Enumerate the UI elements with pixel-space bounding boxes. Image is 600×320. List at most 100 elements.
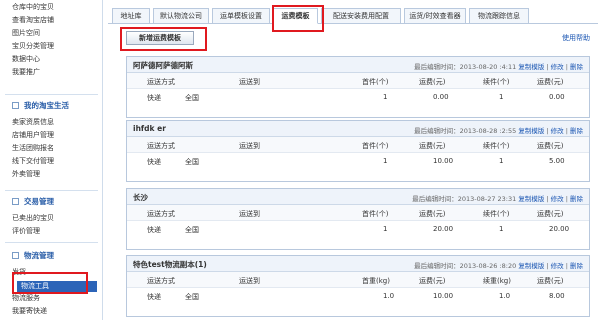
column-header: 运费(元)	[537, 210, 564, 218]
sidebar-item-data-center[interactable]: 数据中心	[12, 53, 54, 66]
cell-fee: 20.00	[433, 225, 454, 233]
column-header: 运送方式	[147, 78, 175, 86]
column-header: 运费(元)	[419, 210, 446, 218]
sidebar-divider	[5, 242, 98, 243]
column-header: 运送方式	[147, 277, 175, 285]
cell-fee: 10.00	[433, 157, 454, 165]
table-row: 快递 全国 1.0 10.00 1.0 8.00	[127, 288, 589, 304]
column-header: 运送到	[239, 142, 260, 150]
column-header: 运送到	[239, 210, 260, 218]
sidebar-section-life[interactable]: 我的淘宝生活	[12, 99, 69, 113]
copy-template-link[interactable]: 复制模版	[518, 262, 544, 270]
sidebar-item-qualification[interactable]: 卖家资质信息	[12, 116, 54, 129]
sidebar-item-reviews[interactable]: 评价管理	[12, 225, 54, 238]
edit-link[interactable]: 修改	[551, 262, 564, 270]
column-header: 运送到	[239, 78, 260, 86]
sidebar-section-logistics[interactable]: 物流管理	[12, 249, 54, 263]
template-name: 阿萨德阿萨德阿斯	[133, 61, 193, 70]
highlight-box	[12, 272, 88, 294]
sidebar-item-sold[interactable]: 已卖出的宝贝	[12, 212, 54, 225]
sidebar-item-groupbuy[interactable]: 生活团购报名	[12, 142, 54, 155]
table-header-row: 运送方式 运送到 首重(kg) 运费(元) 续重(kg) 运费(元)	[127, 272, 589, 288]
column-header: 运费(元)	[537, 277, 564, 285]
sidebar-item-warehouse[interactable]: 仓库中的宝贝	[12, 1, 54, 14]
cell-next-fee: 8.00	[549, 292, 565, 300]
highlight-box	[272, 5, 324, 32]
copy-template-link[interactable]: 复制模版	[518, 195, 544, 203]
freight-template-panel: 长沙 最后编辑时间：2013-08-27 23:31 复制模版 | 修改 | 删除…	[126, 188, 590, 250]
sidebar-section-trade[interactable]: 交易管理	[12, 195, 54, 209]
sidebar-top-list: 仓库中的宝贝 查看淘宝店铺 图片空间 宝贝分类管理 数据中心 我要推广	[12, 1, 54, 79]
column-header: 运送方式	[147, 210, 175, 218]
help-link[interactable]: 使用帮助	[562, 33, 590, 43]
cell-destination: 全国	[185, 158, 199, 166]
freight-template-panel: ihfdk er 最后编辑时间：2013-08-28 :2:55 复制模版 | 修…	[126, 120, 590, 182]
sidebar-item-category[interactable]: 宝贝分类管理	[12, 40, 54, 53]
template-header: 阿萨德阿萨德阿斯 最后编辑时间：2013-08-20 :4:11 复制模版 | 修…	[127, 57, 589, 73]
template-meta: 最后编辑时间：2013-08-26 :8:20 复制模版 | 修改 | 删除	[414, 262, 583, 270]
tab-address[interactable]: 地址库	[112, 8, 150, 24]
table-header-row: 运送方式 运送到 首件(个) 运费(元) 续件(个) 运费(元)	[127, 205, 589, 221]
column-header: 运费(元)	[537, 78, 564, 86]
highlight-box	[120, 27, 207, 51]
column-header: 运费(元)	[537, 142, 564, 150]
cell-method: 快递	[147, 226, 161, 234]
cell-first: 1.0	[383, 292, 395, 300]
column-header: 续件(个)	[483, 78, 510, 86]
column-header: 首件(个)	[362, 210, 389, 218]
sidebar-item-send-express[interactable]: 我要寄快递	[12, 305, 47, 318]
cell-next-fee: 20.00	[549, 225, 570, 233]
delete-link[interactable]: 删除	[570, 262, 583, 270]
column-header: 首件(个)	[362, 78, 389, 86]
column-header: 运费(元)	[419, 142, 446, 150]
template-name: 长沙	[133, 193, 148, 202]
table-header-row: 运送方式 运送到 首件(个) 运费(元) 续件(个) 运费(元)	[127, 137, 589, 153]
sidebar-divider	[5, 94, 98, 95]
sidebar-item-takeout[interactable]: 外卖管理	[12, 168, 54, 181]
sidebar-item-users[interactable]: 店铺用户管理	[12, 129, 54, 142]
sidebar-item-promote[interactable]: 我要推广	[12, 66, 54, 79]
edit-link[interactable]: 修改	[551, 63, 564, 71]
tab-timing[interactable]: 运货/时效查看器	[404, 8, 466, 24]
last-edit-time: 最后编辑时间：2013-08-26 :8:20	[414, 262, 517, 270]
template-header: 特色test物流副本(1) 最后编辑时间：2013-08-26 :8:20 复制模…	[127, 256, 589, 272]
column-header: 续件(个)	[483, 210, 510, 218]
freight-template-panel: 阿萨德阿萨德阿斯 最后编辑时间：2013-08-20 :4:11 复制模版 | 修…	[126, 56, 590, 118]
table-row: 快递 全国 1 10.00 1 5.00	[127, 153, 589, 169]
cell-first: 1	[383, 93, 388, 101]
column-header: 首件(个)	[362, 142, 389, 150]
cell-first: 1	[383, 157, 388, 165]
section-title: 交易管理	[24, 197, 54, 206]
cell-next-fee: 5.00	[549, 157, 565, 165]
last-edit-time: 最后编辑时间：2013-08-20 :4:11	[414, 63, 517, 71]
column-header: 运费(元)	[419, 78, 446, 86]
cell-method: 快递	[147, 158, 161, 166]
cell-fee: 10.00	[433, 292, 454, 300]
copy-template-link[interactable]: 复制模版	[518, 63, 544, 71]
column-header: 续件(个)	[483, 142, 510, 150]
collapse-icon	[12, 198, 19, 205]
cell-first: 1	[383, 225, 388, 233]
template-name: ihfdk er	[133, 124, 166, 133]
edit-link[interactable]: 修改	[551, 127, 564, 135]
sidebar-item-offline[interactable]: 线下交付管理	[12, 155, 54, 168]
edit-link[interactable]: 修改	[551, 195, 564, 203]
delete-link[interactable]: 删除	[570, 127, 583, 135]
cell-method: 快递	[147, 94, 161, 102]
sidebar-trade-list: 已卖出的宝贝 评价管理	[12, 212, 54, 238]
delete-link[interactable]: 删除	[570, 195, 583, 203]
sidebar-item-view-shop[interactable]: 查看淘宝店铺	[12, 14, 54, 27]
tab-install-fee[interactable]: 配送安装费用配置	[321, 8, 401, 24]
section-title: 我的淘宝生活	[24, 101, 69, 110]
cell-next-fee: 0.00	[549, 93, 565, 101]
tab-tracking[interactable]: 物流跟踪信息	[469, 8, 529, 24]
section-title: 物流管理	[24, 251, 54, 260]
delete-link[interactable]: 删除	[570, 63, 583, 71]
tab-default-carrier[interactable]: 默认物流公司	[153, 8, 209, 24]
sidebar-item-image-space[interactable]: 图片空间	[12, 27, 54, 40]
tab-waybill[interactable]: 运单模板设置	[212, 8, 270, 24]
copy-template-link[interactable]: 复制模版	[518, 127, 544, 135]
template-header: ihfdk er 最后编辑时间：2013-08-28 :2:55 复制模版 | 修…	[127, 121, 589, 137]
cell-destination: 全国	[185, 94, 199, 102]
template-meta: 最后编辑时间：2013-08-28 :2:55 复制模版 | 修改 | 删除	[414, 127, 583, 135]
